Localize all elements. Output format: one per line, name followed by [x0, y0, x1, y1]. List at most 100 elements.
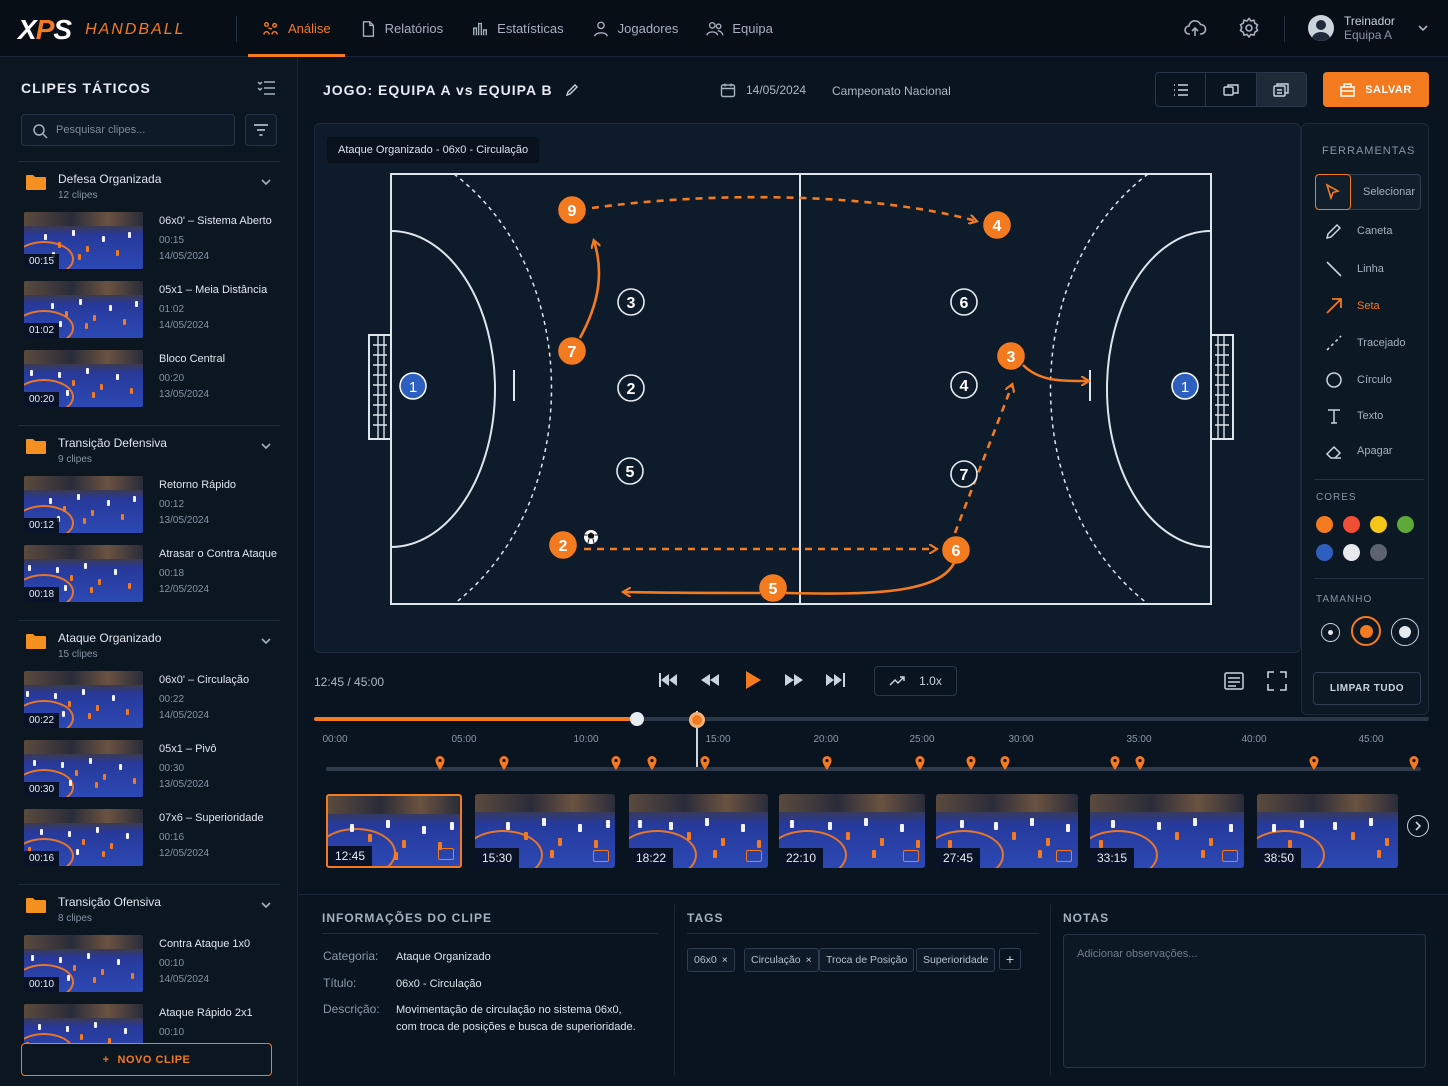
timeline-thumbnail[interactable]: 15:30: [475, 794, 615, 868]
size-medium[interactable]: [1351, 616, 1381, 646]
nav-estatisticas[interactable]: Estatísticas: [457, 0, 577, 57]
add-tag-button[interactable]: +: [999, 948, 1021, 970]
new-clip-button[interactable]: + NOVO CLIPE: [21, 1043, 272, 1076]
clip-thumbnail[interactable]: 00:20: [24, 350, 143, 407]
edit-icon[interactable]: [565, 83, 579, 97]
timeline-thumbnail[interactable]: 27:45: [936, 794, 1078, 868]
clip-item[interactable]: 00:10 Contra Ataque 1x0 00:10 14/05/2024: [18, 935, 280, 1004]
color-swatch[interactable]: [1370, 516, 1387, 533]
tool-line[interactable]: Linha: [1315, 251, 1421, 287]
tool-pen[interactable]: Caneta: [1315, 213, 1421, 249]
gear-icon[interactable]: [1237, 16, 1261, 40]
folder-header[interactable]: Ataque Organizado 15 clipes: [18, 631, 280, 671]
clip-thumbnail[interactable]: 00:16: [24, 809, 143, 866]
color-swatch[interactable]: [1397, 516, 1414, 533]
user-menu[interactable]: Treinador Equipa A: [1308, 14, 1429, 42]
timeline-thumbnail[interactable]: 22:10: [779, 794, 925, 868]
play-icon[interactable]: [740, 668, 764, 692]
tool-arrow[interactable]: Seta: [1315, 288, 1421, 324]
close-icon[interactable]: ×: [806, 954, 812, 966]
nav-equipa[interactable]: Equipa: [692, 0, 786, 57]
timeline-thumbnail[interactable]: 33:15: [1090, 794, 1244, 868]
rewind-icon[interactable]: [698, 668, 722, 692]
color-swatch[interactable]: [1370, 544, 1387, 561]
cloud-upload-icon[interactable]: [1183, 16, 1207, 40]
clip-thumbnail[interactable]: 00:10: [24, 935, 143, 992]
tool-erase[interactable]: Apagar: [1315, 433, 1421, 469]
tag-chip[interactable]: Circulação ×: [744, 948, 819, 972]
tool-circle[interactable]: Círculo: [1315, 362, 1421, 398]
clip-item[interactable]: 00:12 Retorno Rápido 00:12 13/05/2024: [18, 476, 280, 545]
timeline-thumbnail[interactable]: 12:45: [326, 794, 462, 868]
search-input[interactable]: [56, 115, 226, 145]
event-marker-icon[interactable]: [915, 756, 925, 770]
notes-input[interactable]: [1063, 934, 1426, 1068]
event-marker-icon[interactable]: [499, 756, 509, 770]
event-marker-icon[interactable]: [1135, 756, 1145, 770]
tool-dashed[interactable]: Tracejado: [1315, 325, 1421, 361]
nav-relatorios[interactable]: Relatórios: [345, 0, 458, 57]
close-icon[interactable]: ×: [722, 954, 728, 966]
clip-thumbnail[interactable]: 00:18: [24, 545, 143, 602]
clip-item[interactable]: 00:30 05x1 – Pivô 00:30 13/05/2024: [18, 740, 280, 809]
clip-thumbnail[interactable]: 00:22: [24, 671, 143, 728]
tag-chip[interactable]: Troca de Posição: [819, 948, 915, 972]
tool-select[interactable]: Selecionar: [1315, 174, 1421, 210]
progress-track[interactable]: [314, 717, 1429, 721]
folder-header[interactable]: Transição Ofensiva 8 clipes: [18, 895, 280, 935]
scrub-handle[interactable]: [630, 712, 644, 726]
tag-chip[interactable]: Superioridade: [916, 948, 996, 972]
fullscreen-icon[interactable]: [1266, 670, 1288, 692]
subtitles-icon[interactable]: [1223, 670, 1245, 692]
tag-chip[interactable]: 06x0 ×: [687, 948, 735, 972]
clear-all-button[interactable]: LIMPAR TUDO: [1313, 672, 1421, 705]
playhead-handle[interactable]: [689, 712, 705, 728]
clip-thumbnail[interactable]: 00:30: [24, 740, 143, 797]
event-marker-icon[interactable]: [1110, 756, 1120, 770]
fast-forward-icon[interactable]: [782, 668, 806, 692]
event-marker-icon[interactable]: [647, 756, 657, 770]
color-swatch[interactable]: [1316, 544, 1333, 561]
color-swatch[interactable]: [1343, 544, 1360, 561]
folder-header[interactable]: Transição Defensiva 9 clipes: [18, 436, 280, 476]
event-marker-icon[interactable]: [822, 756, 832, 770]
skip-back-icon[interactable]: [656, 668, 680, 692]
nav-analise[interactable]: Análise: [248, 0, 345, 57]
list-settings-icon[interactable]: [256, 79, 276, 97]
clip-item[interactable]: 01:02 05x1 – Meia Distância 01:02 14/05/202…: [18, 281, 280, 350]
clip-thumbnail[interactable]: 00:15: [24, 212, 143, 269]
filter-button[interactable]: [245, 114, 277, 146]
folder-header[interactable]: Defesa Organizada 12 clipes: [18, 172, 280, 212]
ball-icon[interactable]: [584, 530, 598, 544]
color-swatch[interactable]: [1316, 516, 1333, 533]
event-marker-icon[interactable]: [1409, 756, 1419, 770]
clip-item[interactable]: 00:16 07x6 – Superioridade 00:16 12/05/2024: [18, 809, 280, 878]
clip-item[interactable]: 00:22 06x0' – Circulação 00:22 14/05/2024: [18, 671, 280, 740]
clip-thumbnail[interactable]: 00:12: [24, 476, 143, 533]
next-thumbnails-button[interactable]: [1407, 815, 1429, 837]
size-small[interactable]: [1321, 623, 1340, 642]
logo[interactable]: XPS HANDBALL: [18, 14, 186, 46]
clip-item[interactable]: 00:20 Bloco Central 00:20 13/05/2024: [18, 350, 280, 419]
clip-item[interactable]: 00:15 06x0' – Sistema Aberto 00:15 14/05/20…: [18, 212, 280, 281]
view-board-button[interactable]: [1256, 73, 1306, 106]
event-marker-icon[interactable]: [1000, 756, 1010, 770]
clip-item[interactable]: 00:18 Atrasar o Contra Ataque 00:18 12/05/2…: [18, 545, 280, 614]
event-marker-icon[interactable]: [435, 756, 445, 770]
timeline-thumbnail[interactable]: 18:22: [629, 794, 768, 868]
view-split-button[interactable]: [1206, 73, 1257, 106]
event-marker-icon[interactable]: [1309, 756, 1319, 770]
save-button[interactable]: SALVAR: [1323, 72, 1429, 107]
skip-forward-icon[interactable]: [824, 668, 848, 692]
event-marker-icon[interactable]: [700, 756, 710, 770]
clip-thumbnail[interactable]: 01:02: [24, 281, 143, 338]
event-marker-icon[interactable]: [611, 756, 621, 770]
color-swatch[interactable]: [1343, 516, 1360, 533]
tool-text[interactable]: Texto: [1315, 398, 1421, 434]
speed-control[interactable]: 1.0x: [874, 666, 957, 696]
view-list-button[interactable]: [1156, 73, 1207, 106]
court-canvas[interactable]: 1 1 3 2 5 6 4 7 9 7 2 4 3 6 5: [314, 123, 1301, 653]
size-large[interactable]: [1391, 618, 1419, 646]
nav-jogadores[interactable]: Jogadores: [578, 0, 693, 57]
event-marker-icon[interactable]: [966, 756, 976, 770]
